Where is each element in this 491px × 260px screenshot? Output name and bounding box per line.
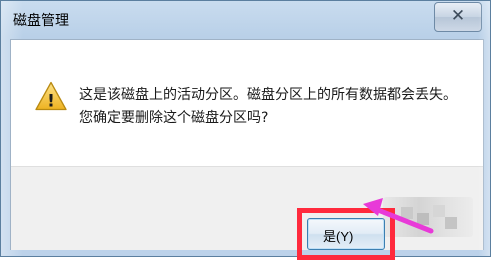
close-icon: ✕ — [450, 6, 466, 26]
message-line-2: 您确定要删除这个磁盘分区吗? — [79, 110, 269, 126]
dialog-client-area: ! 这是该磁盘上的活动分区。磁盘分区上的所有数据都会丢失。 您确定要删除这个磁盘… — [10, 39, 484, 260]
dialog-window: 磁盘管理 ✕ ! 这是该磁盘上的活动分区。磁盘分区上的所有数据都会丢失。 您确定… — [0, 0, 491, 260]
warning-icon: ! — [35, 81, 67, 111]
button-bar: 是(Y) — [11, 166, 483, 260]
message-area: ! 这是该磁盘上的活动分区。磁盘分区上的所有数据都会丢失。 您确定要删除这个磁盘… — [11, 40, 483, 166]
window-title: 磁盘管理 — [13, 13, 69, 29]
highlight-box: 是(Y) — [297, 208, 395, 260]
message-line-1: 这是该磁盘上的活动分区。磁盘分区上的所有数据都会丢失。 — [79, 87, 457, 103]
warning-icon-glyph: ! — [47, 92, 55, 112]
close-button[interactable]: ✕ — [434, 2, 482, 32]
yes-button-label: 是(Y) — [323, 229, 354, 244]
no-button-obscured[interactable] — [383, 197, 473, 237]
title-bar[interactable]: 磁盘管理 ✕ — [1, 1, 491, 39]
yes-button[interactable]: 是(Y) — [307, 218, 385, 250]
